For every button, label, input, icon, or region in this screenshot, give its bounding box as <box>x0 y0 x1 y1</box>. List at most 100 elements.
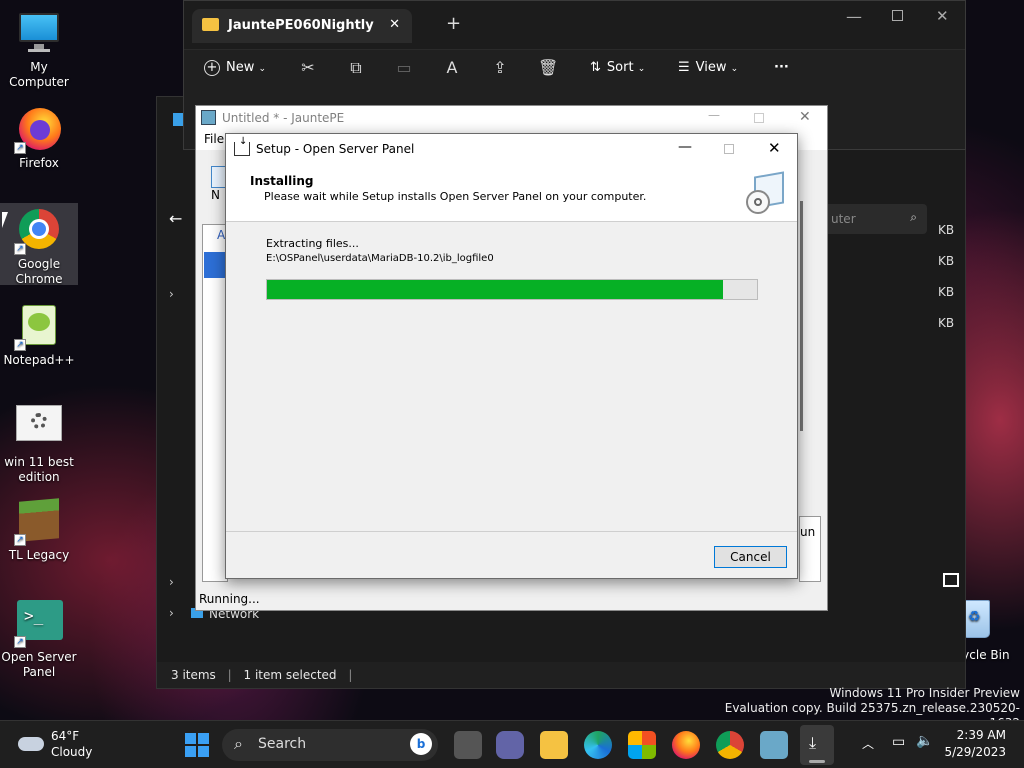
windows-logo-icon <box>185 733 196 744</box>
weather-widget[interactable]: 64°F Cloudy <box>16 729 106 761</box>
task-view-icon[interactable] <box>454 731 482 759</box>
jauntepe-status-bar: Running... <box>196 588 827 610</box>
jauntepe-title: Untitled * - JauntePE <box>222 111 345 125</box>
minimize-button[interactable]: — <box>678 139 692 155</box>
setup-app-icon: ↓ <box>234 136 250 156</box>
status-selection: 1 item selected <box>243 668 337 682</box>
setup-taskbar-button[interactable]: ⤓ <box>800 725 834 765</box>
new-button-label: N <box>211 188 220 202</box>
tab-label[interactable]: A <box>217 228 225 242</box>
bing-icon: b <box>410 733 432 755</box>
file-explorer-icon[interactable] <box>540 731 568 759</box>
taskbar: 64°F Cloudy ⌕ Search b ⤓ ︿ ▭ 🔈 2:39 AM 5… <box>0 720 1024 768</box>
download-icon: ⤓ <box>809 733 817 752</box>
weather-desc: Cloudy <box>51 745 93 759</box>
volume-icon[interactable]: 🔈 <box>916 733 933 749</box>
desktop-icon-label: Google Chrome <box>15 257 63 286</box>
search-placeholder: uter <box>831 212 856 226</box>
show-hidden-icons-chevron-icon[interactable]: ︿ <box>862 735 874 752</box>
shortcut-arrow-icon: ↗ <box>14 339 26 351</box>
search-box[interactable]: uter ⌕ <box>821 204 927 234</box>
close-button[interactable]: ✕ <box>936 7 949 25</box>
selected-item-icon <box>204 252 226 278</box>
jauntepe-taskbar-icon[interactable] <box>760 731 788 759</box>
explorer-status-bar: 3 items | 1 item selected | <box>157 662 965 688</box>
shortcut-arrow-icon: ↗ <box>14 534 26 546</box>
file-size: KB <box>938 223 955 237</box>
store-icon[interactable] <box>628 731 656 759</box>
clock-date: 5/29/2023 <box>944 745 1006 759</box>
active-indicator <box>809 760 825 763</box>
expand-chevron-icon[interactable]: › <box>169 575 174 589</box>
firefox-icon[interactable] <box>672 731 700 759</box>
desktop-icon-label: Firefox <box>19 156 59 170</box>
back-arrow-icon[interactable]: ← <box>169 209 182 228</box>
side-panel-label: un <box>800 525 816 539</box>
rename-icon[interactable]: A <box>442 58 462 78</box>
desktop-icon-firefox[interactable]: ↗ Firefox <box>0 106 78 171</box>
sort-button[interactable]: ⇅ Sort ⌄ <box>590 60 645 75</box>
setup-header: Installing Please wait while Setup insta… <box>226 164 797 222</box>
new-button-label: New <box>226 60 255 75</box>
more-options-icon[interactable]: ··· <box>774 60 789 75</box>
setup-dialog: ↓ Setup - Open Server Panel — ✕ Installi… <box>225 133 798 579</box>
desktop-icon-my-computer[interactable]: My Computer <box>0 10 78 90</box>
jauntepe-app-icon <box>201 110 216 125</box>
close-tab-icon[interactable]: ✕ <box>389 17 400 32</box>
view-button[interactable]: ☰ View ⌄ <box>678 60 738 75</box>
progress-fill <box>267 280 723 299</box>
explorer-toolbar: + New ⌄ ✂ ⧉ ▭ A ⇪ 🗑 ⇅ Sort ⌄ ☰ View ⌄ ··· <box>184 49 965 91</box>
minimize-button[interactable]: — <box>846 7 862 26</box>
cloud-icon <box>18 737 44 751</box>
cancel-button[interactable]: Cancel <box>714 546 787 568</box>
network-status-icon[interactable]: ▭ <box>892 734 905 750</box>
sort-icon: ⇅ <box>590 60 601 75</box>
jauntepe-status-text: Running... <box>199 592 260 606</box>
maximize-button[interactable] <box>754 113 764 123</box>
weather-temp: 64°F <box>51 729 80 743</box>
preview-pane-button[interactable] <box>943 573 959 587</box>
expand-chevron-icon[interactable]: › <box>169 606 174 620</box>
desktop-icon-label: My Computer <box>9 60 69 89</box>
new-button[interactable]: + New ⌄ <box>204 60 266 76</box>
minimize-button[interactable]: — <box>708 108 720 122</box>
start-button[interactable] <box>185 733 209 757</box>
taskbar-search[interactable]: ⌕ Search b <box>222 729 438 761</box>
edge-icon[interactable] <box>584 731 612 759</box>
grass-block-icon: ↗ <box>14 498 62 546</box>
delete-icon[interactable]: 🗑 <box>538 58 558 78</box>
explorer-tab[interactable]: JauntePE060Nightly ✕ <box>192 9 412 43</box>
share-icon[interactable]: ⇪ <box>490 58 510 78</box>
desktop-icon-win11-best-edition[interactable]: win 11 best edition <box>0 405 78 485</box>
copy-icon[interactable]: ⧉ <box>346 58 366 78</box>
maximize-button[interactable] <box>724 144 734 154</box>
extracting-status: Extracting files... <box>266 237 359 250</box>
close-button[interactable]: ✕ <box>768 139 781 157</box>
menu-file[interactable]: File <box>204 132 224 146</box>
cut-icon[interactable]: ✂ <box>298 58 318 78</box>
notepadpp-icon: ↗ <box>14 303 62 351</box>
jauntepe-side-panel: un <box>799 516 821 582</box>
desktop-icon-open-server-panel[interactable]: >_ ↗ Open Server Panel <box>0 600 78 680</box>
desktop-icon-notepadpp[interactable]: ↗ Notepad++ <box>0 303 78 368</box>
jauntepe-scrollbar[interactable] <box>800 201 803 431</box>
paste-icon[interactable]: ▭ <box>394 58 414 78</box>
desktop-icon-label: Open Server Panel <box>1 650 77 679</box>
setup-heading: Installing <box>250 174 314 188</box>
desktop-icon-label: TL Legacy <box>8 548 70 562</box>
search-icon: ⌕ <box>910 210 917 224</box>
expand-chevron-icon[interactable]: › <box>169 287 174 301</box>
chevron-down-icon: ⌄ <box>730 64 739 74</box>
desktop-icon-label: Notepad++ <box>3 353 75 367</box>
teams-chat-icon[interactable] <box>496 731 524 759</box>
chevron-down-icon: ⌄ <box>258 64 267 74</box>
close-button[interactable]: ✕ <box>799 109 811 125</box>
chrome-icon[interactable] <box>716 731 744 759</box>
maximize-button[interactable] <box>892 10 903 21</box>
status-item-count: 3 items <box>171 668 216 682</box>
clock[interactable]: 2:39 AM 5/29/2023 <box>944 727 1006 761</box>
monitor-icon <box>16 10 62 56</box>
new-tab-button[interactable]: + <box>446 13 461 34</box>
plus-circle-icon: + <box>204 60 220 76</box>
desktop-icon-tl-legacy[interactable]: ↗ TL Legacy <box>0 498 78 563</box>
